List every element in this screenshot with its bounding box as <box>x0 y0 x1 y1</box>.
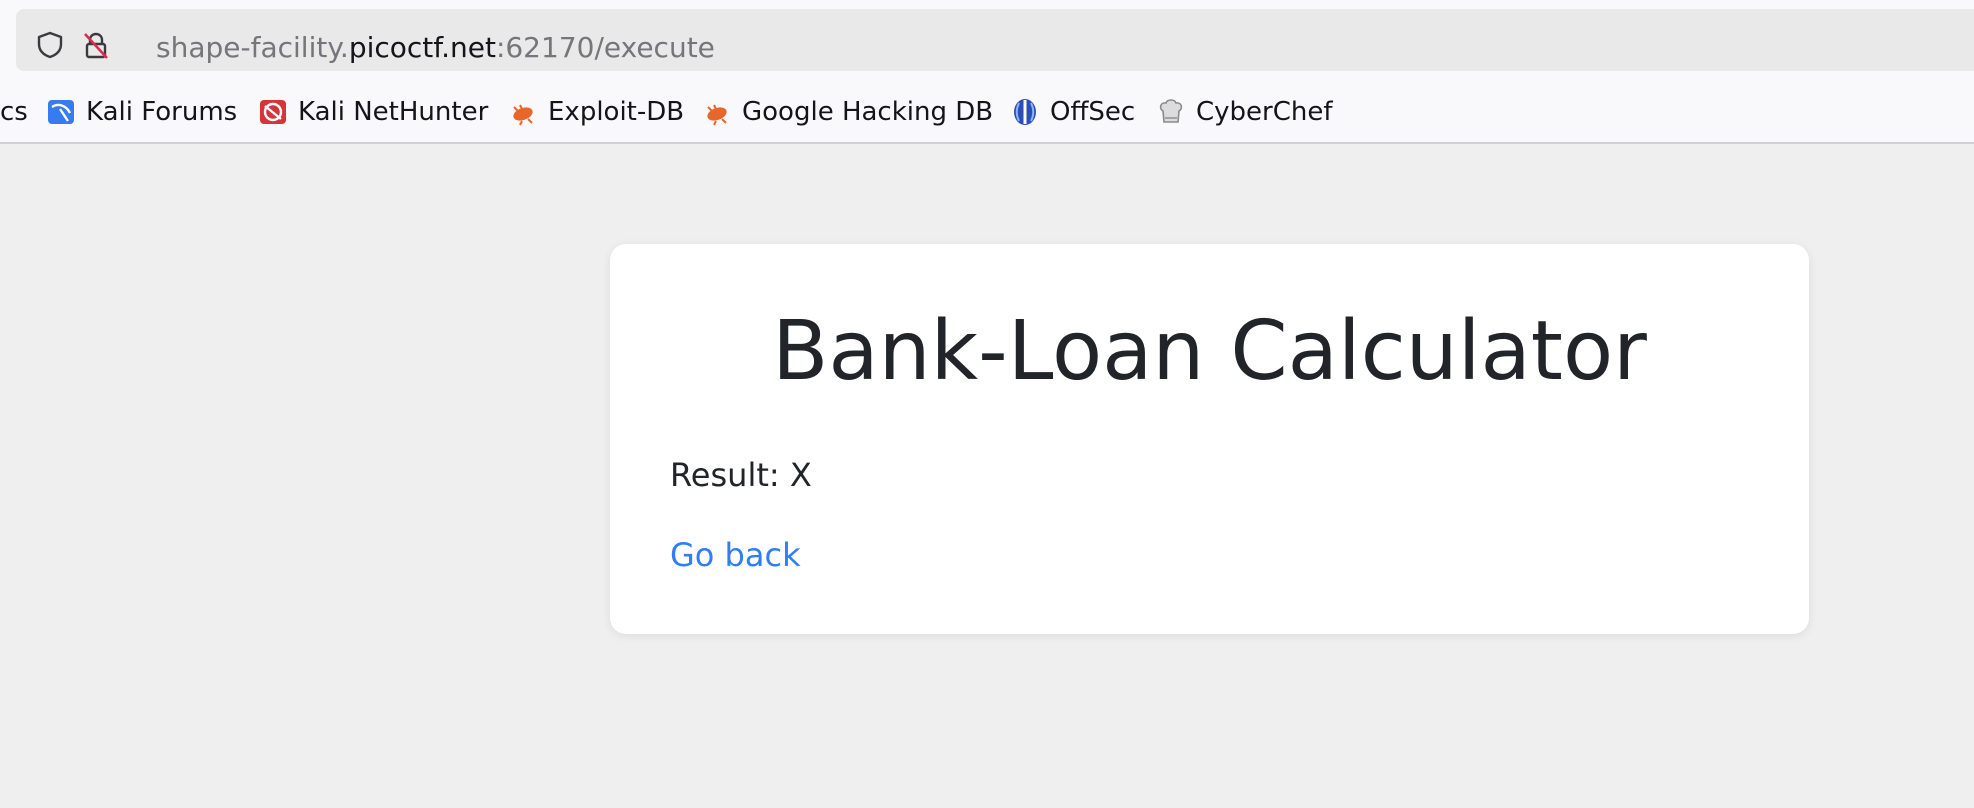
bookmark-label: cs <box>0 97 28 127</box>
offsec-icon <box>1014 99 1036 125</box>
exploit-db-icon <box>513 104 533 126</box>
result-text: Result: X <box>670 456 812 494</box>
bookmark-exploit-db[interactable]: Exploit-DB <box>508 94 684 130</box>
bookmarks-toolbar: cs Kali Forums Kali NetHunter Exploit-DB… <box>0 80 1974 144</box>
bookmark-offsec[interactable]: OffSec <box>1010 94 1135 130</box>
url-text[interactable]: shape-facility.picoctf.net:62170/execute <box>156 30 715 66</box>
page-title: Bank-Loan Calculator <box>772 304 1647 399</box>
bookmark-label: Kali NetHunter <box>298 97 489 127</box>
bookmark-label: Exploit-DB <box>548 97 685 127</box>
cyberchef-icon <box>1159 99 1183 123</box>
page-content: Bank-Loan Calculator Result: X Go back <box>0 144 1974 808</box>
bookmark-kali-forums[interactable]: Kali Forums <box>46 94 237 130</box>
bookmark-label: Google Hacking DB <box>742 97 994 127</box>
address-bar[interactable]: shape-facility.picoctf.net:62170/execute <box>16 9 1974 71</box>
bookmark-cyberchef[interactable]: CyberChef <box>1156 94 1333 130</box>
bookmark-label: OffSec <box>1050 97 1136 127</box>
insecure-lock-icon[interactable] <box>80 29 112 61</box>
kali-nethunter-icon <box>260 100 286 124</box>
browser-toolbar: shape-facility.picoctf.net:62170/execute <box>0 0 1974 80</box>
go-back-link[interactable]: Go back <box>670 534 801 576</box>
result-card: Bank-Loan Calculator Result: X Go back <box>610 244 1809 634</box>
google-hacking-db-icon <box>707 104 727 126</box>
bookmark-truncated[interactable]: cs <box>0 94 28 130</box>
bookmark-kali-nethunter[interactable]: Kali NetHunter <box>258 94 488 130</box>
kali-forums-icon <box>48 100 74 124</box>
bookmark-label: CyberChef <box>1196 97 1333 127</box>
bookmark-google-hacking-db[interactable]: Google Hacking DB <box>702 94 993 130</box>
shield-icon[interactable] <box>34 29 66 61</box>
bookmark-label: Kali Forums <box>86 97 238 127</box>
